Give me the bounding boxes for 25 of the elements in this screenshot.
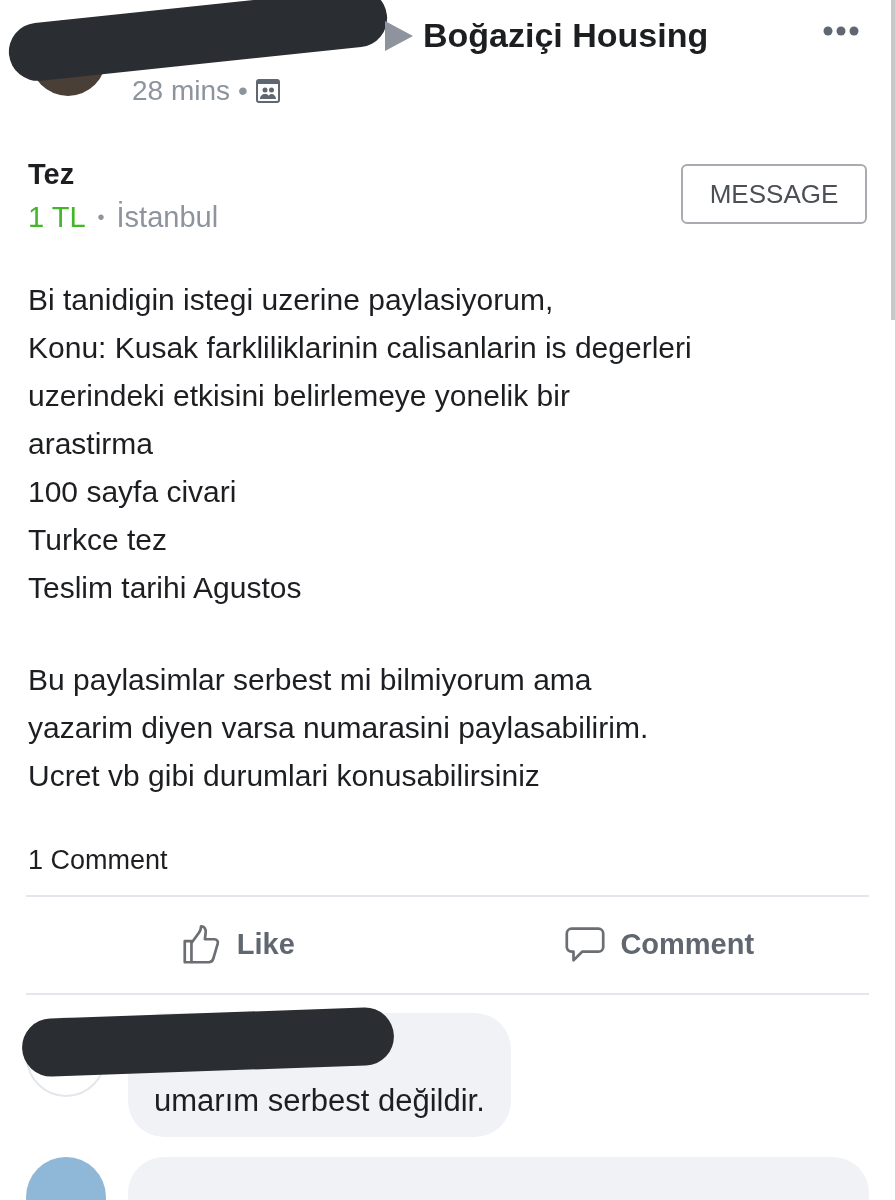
post-text-line: Bu paylasimlar serbest mi bilmiyorum ama <box>28 662 593 698</box>
like-button[interactable]: Like <box>26 896 448 993</box>
separator-dot: • <box>238 74 248 108</box>
post-text-line: 100 sayfa civari <box>28 474 238 510</box>
comment-text: umarım serbest değildir. <box>154 1082 485 1118</box>
post-text-line: Teslim tarihi Agustos <box>28 570 303 606</box>
separator-dot: • <box>97 205 105 230</box>
comment-button[interactable]: Comment <box>447 896 869 993</box>
post-text-line: arastirma <box>28 426 155 462</box>
post-text-line: Ucret vb gibi durumlari konusabilirsiniz <box>28 758 541 794</box>
post-text-line: Turkce tez <box>28 522 168 558</box>
listing-price: 1 TL <box>28 200 86 235</box>
post-text-line: Bi tanidigin istegi uzerine paylasiyorum, <box>28 282 555 318</box>
triangle-arrow-icon <box>385 20 413 51</box>
group-name[interactable]: Boğaziçi Housing <box>423 10 709 61</box>
more-options-icon[interactable] <box>823 26 859 36</box>
group-audience-icon <box>255 79 280 103</box>
post-text-line: yazarim diyen varsa numarasini paylasabilirim. <box>28 710 650 746</box>
post-time: 28 mins <box>132 74 231 108</box>
listing-location: İstanbul <box>116 200 219 235</box>
message-button[interactable]: MESSAGE <box>681 164 867 224</box>
post-text-line: Konu: Kusak farkliliklarinin calisanlarin is degerleri <box>28 330 693 366</box>
listing-title: Tez <box>28 157 76 192</box>
comment-count[interactable]: 1 Comment <box>28 845 168 875</box>
post-text-line: uzerindeki etkisini belirlemeye yonelik bir <box>28 378 571 414</box>
